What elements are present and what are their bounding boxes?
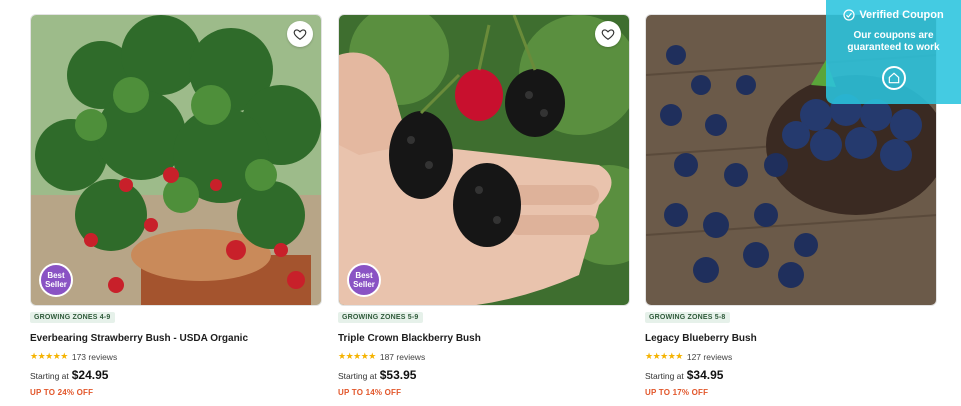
product-price: $53.95 (379, 368, 417, 382)
product-card[interactable]: Best Seller GROWING ZONES 4-9 Everbearin… (30, 14, 322, 397)
coupon-line1: Our coupons are (853, 30, 934, 41)
coupon-line2: guaranteed to work (847, 42, 940, 53)
discount-label: UP TO 14% OFF (338, 388, 402, 397)
price-line: Starting at $24.95 (30, 368, 322, 382)
wishlist-button[interactable] (595, 21, 621, 47)
review-count: 127 reviews (686, 351, 733, 362)
verified-coupon-widget[interactable]: Verified Coupon Our coupons are guarante… (826, 0, 961, 104)
check-circle-icon (843, 9, 855, 21)
product-rating[interactable]: ★★★★★ 127 reviews (645, 351, 937, 362)
badge-line1: Best (47, 271, 65, 280)
best-seller-badge: Best Seller (39, 263, 73, 297)
product-price: $24.95 (71, 368, 109, 382)
growing-zone-tag: GROWING ZONES 5-9 (338, 312, 423, 323)
product-image[interactable]: Best Seller (30, 14, 322, 306)
strawberry-plant-image (31, 15, 321, 305)
wishlist-button[interactable] (287, 21, 313, 47)
growing-zone-tag: GROWING ZONES 4-9 (30, 312, 115, 323)
starting-label: Starting at (338, 371, 377, 381)
tag-icon (888, 72, 900, 84)
product-title[interactable]: Legacy Blueberry Bush (645, 333, 937, 344)
star-rating-icon: ★★★★★ (30, 351, 68, 361)
badge-line2: Seller (45, 280, 67, 289)
product-rating[interactable]: ★★★★★ 173 reviews (30, 351, 322, 362)
star-rating-icon: ★★★★★ (645, 351, 683, 361)
product-grid: Best Seller GROWING ZONES 4-9 Everbearin… (0, 0, 961, 406)
blackberry-hand-image (339, 15, 629, 305)
product-card[interactable]: Best Seller GROWING ZONES 5-9 Triple Cro… (338, 14, 630, 397)
star-rating-icon: ★★★★★ (338, 351, 376, 361)
discount-label: UP TO 24% OFF (30, 388, 94, 397)
price-line: Starting at $53.95 (338, 368, 630, 382)
starting-label: Starting at (30, 371, 69, 381)
coupon-title: Verified Coupon (859, 9, 944, 21)
coupon-tag-icon[interactable] (882, 66, 906, 90)
product-rating[interactable]: ★★★★★ 187 reviews (338, 351, 630, 362)
badge-line2: Seller (353, 280, 375, 289)
review-count: 173 reviews (71, 351, 118, 362)
growing-zone-tag: GROWING ZONES 5-8 (645, 312, 730, 323)
product-price: $34.95 (686, 368, 724, 382)
coupon-header: Verified Coupon (826, 9, 961, 21)
review-count: 187 reviews (379, 351, 426, 362)
price-line: Starting at $34.95 (645, 368, 937, 382)
best-seller-badge: Best Seller (347, 263, 381, 297)
discount-label: UP TO 17% OFF (645, 388, 709, 397)
coupon-subtitle: Our coupons are guaranteed to work (826, 30, 961, 54)
product-image[interactable]: Best Seller (338, 14, 630, 306)
product-title[interactable]: Everbearing Strawberry Bush - USDA Organ… (30, 333, 322, 344)
starting-label: Starting at (645, 371, 684, 381)
product-title[interactable]: Triple Crown Blackberry Bush (338, 333, 630, 344)
heart-icon (293, 29, 307, 40)
heart-icon (601, 29, 615, 40)
badge-line1: Best (355, 271, 373, 280)
